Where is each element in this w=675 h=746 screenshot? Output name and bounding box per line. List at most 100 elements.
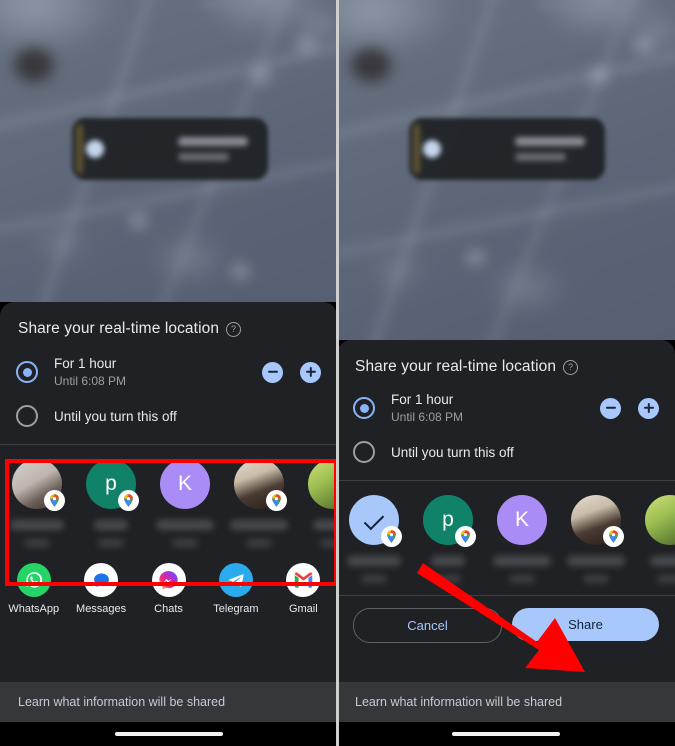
messages-icon[interactable]	[84, 563, 119, 597]
sheet-title-row: Share your real-time location ?	[337, 340, 675, 376]
avatar[interactable]: p	[423, 495, 476, 547]
home-indicator[interactable]	[452, 732, 560, 736]
phone-screen-right: Share your real-time location ? For 1 ho…	[337, 0, 675, 746]
card-subtitle-blur	[177, 152, 229, 161]
plus-icon[interactable]	[300, 361, 321, 383]
learn-more-link[interactable]: Learn what information will be shared	[355, 695, 562, 709]
cancel-button[interactable]: Cancel	[353, 608, 502, 643]
option-for-1-hour[interactable]: For 1 hour Until 6:08 PM	[0, 350, 337, 394]
card-avatar	[86, 140, 104, 158]
avatar[interactable]	[308, 459, 337, 509]
avatar[interactable]: K	[497, 495, 547, 545]
help-question-icon[interactable]: ?	[563, 359, 579, 375]
map-label-blur	[537, 1, 597, 8]
avatar[interactable]	[234, 459, 287, 511]
option-until-you-turn-this-off[interactable]: Until you turn this off	[0, 394, 337, 438]
contacts-row-right[interactable]: p K	[337, 481, 675, 589]
telegram-icon[interactable]	[218, 563, 253, 597]
option-texts: Until you turn this off	[54, 408, 321, 425]
map-marker-blob	[14, 48, 54, 82]
map-background-right[interactable]	[337, 0, 675, 340]
avatar-selected[interactable]	[349, 495, 402, 547]
option-for-1-hour[interactable]: For 1 hour Until 6:08 PM	[337, 386, 675, 430]
learn-more-bar[interactable]: Learn what information will be shared	[0, 682, 337, 722]
phone-screen-left: Share your real-time location ? For 1 ho…	[0, 0, 337, 746]
contact-sub-redacted	[361, 575, 387, 583]
radio-for-1-hour[interactable]	[353, 397, 375, 419]
app-item-whatsapp[interactable]: WhatsApp	[0, 563, 67, 615]
contact-sub-redacted	[583, 575, 609, 583]
maps-pin-icon	[44, 490, 65, 511]
app-label: Gmail	[288, 603, 318, 615]
learn-more-link[interactable]: Learn what information will be shared	[18, 695, 225, 709]
avatar-initial: K	[177, 472, 192, 495]
avatar[interactable]	[12, 459, 65, 511]
map-marker-blob	[590, 68, 607, 83]
navigation-bar	[0, 722, 337, 746]
contact-item[interactable]: K	[148, 459, 222, 547]
option-texts: For 1 hour Until 6:08 PM	[54, 355, 262, 389]
contact-name-redacted	[347, 556, 401, 566]
contact-sub-redacted	[509, 575, 535, 583]
map-marker-blob	[232, 264, 249, 279]
duration-steppers	[262, 361, 321, 383]
check-icon	[363, 509, 385, 531]
minus-icon[interactable]	[262, 361, 283, 383]
app-item-gmail[interactable]: Gmail	[270, 563, 337, 615]
contact-sub-redacted	[172, 539, 198, 547]
map-info-card[interactable]	[409, 118, 605, 180]
contact-item[interactable]	[296, 459, 337, 547]
app-item-telegram[interactable]: Telegram	[202, 563, 269, 615]
app-label: Telegram	[213, 603, 259, 615]
app-item-chats[interactable]: Chats	[135, 563, 202, 615]
share-sheet-left: Share your real-time location ? For 1 ho…	[0, 302, 337, 746]
avatar[interactable]	[571, 495, 624, 547]
plus-icon[interactable]	[638, 397, 659, 419]
contact-item[interactable]: p	[411, 495, 485, 583]
contact-name-redacted	[230, 520, 288, 530]
share-button[interactable]: Share	[512, 608, 659, 641]
help-question-icon[interactable]: ?	[226, 321, 242, 337]
contact-item[interactable]	[222, 459, 296, 547]
map-info-card[interactable]	[72, 118, 268, 180]
whatsapp-icon[interactable]	[16, 563, 51, 597]
contact-name-redacted	[650, 556, 675, 566]
map-marker-blob	[297, 38, 316, 52]
contact-item[interactable]	[633, 495, 675, 583]
contact-item[interactable]: K	[485, 495, 559, 583]
avatar[interactable]	[645, 495, 675, 545]
contact-item[interactable]	[0, 459, 74, 547]
map-label-blur	[200, 1, 260, 8]
navigation-bar	[337, 722, 675, 746]
contact-item-selected[interactable]	[337, 495, 411, 583]
minus-icon[interactable]	[600, 397, 621, 419]
learn-more-bar[interactable]: Learn what information will be shared	[337, 682, 675, 722]
radio-until-you-turn-this-off[interactable]	[16, 405, 38, 427]
option-label: Until you turn this off	[391, 444, 514, 460]
app-label: Messages	[76, 603, 127, 615]
contact-name-redacted	[156, 520, 214, 530]
maps-pin-icon	[455, 526, 476, 547]
avatar-initial: p	[105, 472, 117, 495]
avatar[interactable]: p	[86, 459, 139, 511]
avatar[interactable]: K	[160, 459, 210, 509]
contact-item[interactable]	[559, 495, 633, 583]
map-background-left[interactable]	[0, 0, 337, 302]
sheet-title-row: Share your real-time location ?	[0, 302, 337, 338]
option-texts: Until you turn this off	[391, 444, 659, 461]
contacts-row-left[interactable]: p K	[0, 445, 337, 553]
app-item-messages[interactable]: Messages	[67, 563, 134, 615]
radio-for-1-hour[interactable]	[16, 361, 38, 383]
radio-until-you-turn-this-off[interactable]	[353, 441, 375, 463]
contact-item[interactable]: p	[74, 459, 148, 547]
apps-row[interactable]: WhatsApp Messages Chats Telegram Gmail	[0, 553, 337, 619]
maps-pin-icon	[118, 490, 139, 511]
contact-name-redacted	[313, 520, 337, 530]
map-marker-blob	[467, 250, 484, 265]
option-until-you-turn-this-off[interactable]: Until you turn this off	[337, 430, 675, 474]
card-title-blur	[177, 136, 249, 146]
gmail-icon[interactable]	[286, 563, 321, 597]
home-indicator[interactable]	[114, 732, 223, 736]
contact-name-redacted	[431, 556, 465, 566]
messenger-icon[interactable]	[151, 563, 186, 597]
